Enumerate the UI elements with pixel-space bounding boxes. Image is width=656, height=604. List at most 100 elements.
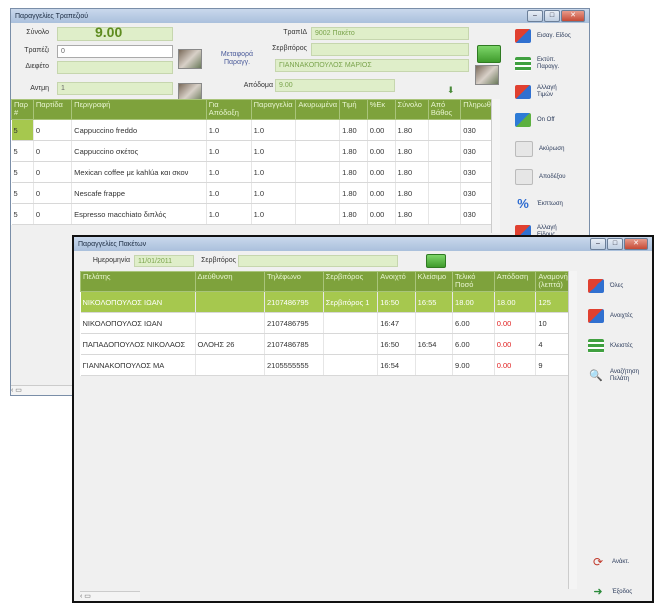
table-cell: Cappuccino freddo — [71, 119, 207, 141]
plus-minus-icon — [588, 279, 604, 293]
column-header[interactable]: Παρτίδα — [32, 99, 73, 120]
side-button[interactable]: Κλειστές — [588, 339, 644, 353]
table-row[interactable]: 5 0 Cappuccino σκέτος 1.0 1.0 1.80 0.00 1.80 030 — [11, 140, 499, 162]
order-items-table: Παρ # Παρτίδα Περιγραφή Για Απόδοξη Παραγγελ… — [11, 99, 499, 225]
product-image-icon[interactable] — [178, 49, 202, 69]
table-cell: 1.0 — [206, 140, 252, 162]
table-cell: 18.00 — [452, 291, 495, 313]
table-cell: 6.00 — [452, 333, 495, 355]
column-header[interactable]: %Εκ — [366, 99, 396, 120]
table-cell: Espresso macchiato διπλός — [71, 203, 207, 225]
table-cell: 0.00 — [494, 312, 537, 334]
column-header[interactable]: Ακυρωμένα — [295, 99, 341, 120]
column-header[interactable]: Παραγγελία — [250, 99, 297, 120]
list-icon — [588, 339, 604, 353]
delivery-orders-window: Παραγγελίες Πακέτων – □ ✕ Ημερομηνία 11/… — [72, 235, 654, 603]
column-header[interactable]: Παρ # — [11, 99, 34, 120]
vertical-scrollbar[interactable] — [491, 99, 500, 233]
side-button[interactable]: 🔍 Αναζήτηση Πελάτη — [588, 369, 644, 383]
waiter-label: Σερβιτόρος — [201, 257, 236, 264]
waiter-field[interactable] — [311, 43, 469, 56]
qty-field[interactable]: 1 — [57, 82, 173, 95]
table-cell: 2107486795 — [264, 291, 324, 313]
customer-field[interactable]: ΓΙΑΝΝΑΚΟΠΟΥΛΟΣ ΜΑΡΙΟΣ — [275, 59, 469, 72]
side-button[interactable]: On Off — [515, 113, 571, 127]
table-row[interactable]: ΝΙΚΟΛΟΠΟΥΛΟΣ ΙΩΑΝ 2107486795 Σερβιτόρος 11… — [80, 291, 576, 313]
go-button[interactable] — [426, 254, 446, 268]
column-header[interactable]: Κλείσιμο — [414, 271, 454, 292]
table-id-field[interactable]: 9002 Πακέτο — [311, 27, 469, 40]
close-button[interactable]: ✕ — [624, 238, 648, 250]
side-button[interactable]: Αλλαγή Τιμών — [515, 85, 571, 99]
minimize-button[interactable]: – — [527, 10, 543, 22]
date-field[interactable]: 11/01/2011 — [134, 255, 194, 267]
side-button[interactable]: Ανοιχτές — [588, 309, 644, 323]
remarks-field[interactable] — [57, 61, 173, 74]
vertical-scrollbar[interactable] — [568, 271, 577, 589]
table-cell: 5 — [11, 119, 34, 141]
maximize-button[interactable]: □ — [607, 238, 623, 250]
search-icon: 🔍 — [589, 370, 603, 382]
column-header[interactable]: Περιγραφή — [71, 99, 207, 120]
minimize-button[interactable]: – — [590, 238, 606, 250]
window-title: Παραγγελίες Πακέτων — [78, 240, 147, 248]
table-cell: 1.0 — [251, 203, 297, 225]
table-cell: 0 — [33, 203, 73, 225]
table-row[interactable]: ΠΑΠΑΔΟΠΟΥΛΟΣ ΝΙΚΟΛΑΟΣ ΟΛΟΗΣ 26 2107486785 1… — [80, 333, 576, 355]
column-header[interactable]: Τιμή — [339, 99, 368, 120]
document-icon — [515, 169, 533, 185]
column-header[interactable]: Απόδοση — [493, 271, 537, 292]
plus-minus-icon — [515, 85, 531, 99]
table-row[interactable]: 5 0 Nescafe frappe 1.0 1.0 1.80 0.00 1.80 030 — [11, 182, 499, 204]
document-icon — [515, 141, 533, 157]
table-cell: 1.0 — [206, 161, 252, 183]
go-button[interactable] — [477, 45, 501, 63]
maximize-button[interactable]: □ — [544, 10, 560, 22]
side-button[interactable]: Εισαγ. Είδος — [515, 29, 571, 43]
table-cell: ΠΑΠΑΔΟΠΟΥΛΟΣ ΝΙΚΟΛΑΟΣ — [80, 333, 196, 355]
waiter-field[interactable] — [238, 255, 398, 267]
column-header[interactable]: Για Απόδοξη — [205, 99, 252, 120]
side-button[interactable]: Εκτύπ. Παραγγ. — [515, 57, 571, 71]
toggle-icon — [515, 113, 531, 127]
customer-image-icon[interactable] — [475, 65, 499, 85]
column-header[interactable]: Τηλέφωνο — [264, 271, 324, 292]
side-button[interactable]: Όλες — [588, 279, 644, 293]
table-cell: 0 — [33, 182, 73, 204]
side-button[interactable]: % Έκπτωση — [515, 197, 571, 211]
horizontal-scrollbar[interactable]: ‹ ▭ — [11, 385, 75, 395]
remaining-field[interactable]: 9.00 — [275, 79, 395, 92]
table-row[interactable]: 5 0 Espresso macchiato διπλός 1.0 1.0 1.80 0.0… — [11, 203, 499, 225]
table-cell: 1.80 — [395, 140, 429, 162]
horizontal-scrollbar[interactable]: ‹ ▭ — [80, 591, 140, 601]
table-cell — [323, 312, 379, 334]
download-icon[interactable]: ⬇ — [447, 85, 455, 96]
column-header[interactable]: Σερβιτόρος — [322, 271, 379, 292]
exit-button[interactable]: ➜ Έξοδος — [590, 585, 632, 599]
column-header[interactable]: Τελικό Ποσό — [452, 271, 495, 292]
column-header[interactable]: Διεύθυνση — [194, 271, 266, 292]
table-cell: 0 — [33, 119, 73, 141]
table-cell: 0.00 — [494, 333, 537, 355]
column-header[interactable]: Ανοιχτό — [377, 271, 416, 292]
table-row[interactable]: 5 0 Cappuccino freddo 1.0 1.0 1.80 0.00 1.80 030 — [11, 119, 499, 141]
table-cell: 1.0 — [206, 119, 252, 141]
side-button[interactable]: Αποδέξου — [515, 169, 573, 185]
refresh-button[interactable]: ⟳ Ανάκτ. — [590, 555, 629, 569]
table-input[interactable]: 0 — [57, 45, 173, 58]
table-cell: 1.80 — [395, 203, 429, 225]
table-row[interactable]: ΝΙΚΟΛΟΠΟΥΛΟΣ ΙΩΑΝ 2107486795 16:47 6.00 0.00… — [80, 312, 576, 334]
table-cell — [295, 119, 341, 141]
side-button[interactable]: Ακύρωση — [515, 141, 573, 157]
column-header[interactable]: Σύνολο — [394, 99, 429, 120]
table-cell — [323, 354, 379, 376]
table-cell: 5 — [11, 161, 34, 183]
plus-minus-icon — [588, 309, 604, 323]
table-cell: ΝΙΚΟΛΟΠΟΥΛΟΣ ΙΩΑΝ — [80, 312, 196, 334]
percent-icon: % — [517, 196, 529, 211]
column-header[interactable]: Από Βάθος — [427, 99, 462, 120]
column-header[interactable]: Πελάτης — [80, 271, 196, 292]
table-row[interactable]: 5 0 Mexican coffee με kahlúa και σκον 1.0 1.… — [11, 161, 499, 183]
table-row[interactable]: ΓΙΑΝΝΑΚΟΠΟΥΛΟΣ ΜΑ 2105555555 16:54 9.00 0.00… — [80, 354, 576, 376]
close-button[interactable]: ✕ — [561, 10, 585, 22]
